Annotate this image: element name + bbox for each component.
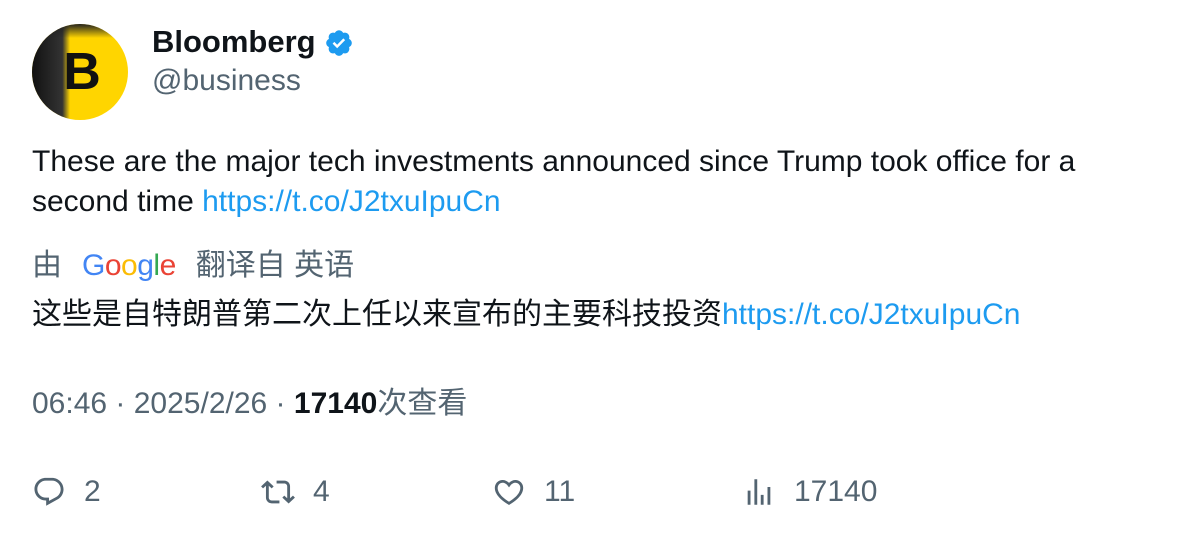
translated-text: 这些是自特朗普第二次上任以来宣布的主要科技投资https://t.co/J2tx… bbox=[32, 295, 1172, 335]
retweet-icon bbox=[261, 475, 295, 509]
retweet-count: 4 bbox=[313, 475, 330, 508]
tweet-time[interactable]: 06:46 bbox=[32, 387, 107, 420]
translation-attribution: 由 Google 翻译自 英语 bbox=[32, 246, 354, 286]
views-count: 17140 bbox=[293, 387, 378, 420]
like-button[interactable]: 11 bbox=[492, 470, 575, 514]
reply-count: 2 bbox=[84, 475, 101, 508]
author-name[interactable]: Bloomberg bbox=[152, 22, 316, 62]
translated-by-label: 由 bbox=[32, 249, 62, 282]
analytics-icon bbox=[742, 475, 776, 509]
author-name-row: Bloomberg bbox=[152, 22, 354, 62]
tweet-body: These are the major tech investments ann… bbox=[32, 145, 1076, 218]
reply-icon bbox=[32, 475, 66, 509]
tweet-meta: 06:46 · 2025/2/26 · 17140次查看 bbox=[32, 387, 468, 420]
heart-icon bbox=[492, 475, 526, 509]
author-handle[interactable]: @business bbox=[152, 62, 301, 100]
views-label: 次查看 bbox=[377, 387, 468, 420]
tweet-link[interactable]: https://t.co/J2txuIpuCn bbox=[202, 185, 501, 218]
translated-link[interactable]: https://t.co/J2txuIpuCn bbox=[722, 298, 1021, 331]
verified-badge-icon[interactable] bbox=[324, 26, 354, 58]
avatar-letter: B bbox=[63, 43, 101, 101]
views-action-count: 17140 bbox=[794, 475, 878, 508]
views-button[interactable]: 17140 bbox=[742, 470, 877, 514]
action-bar: 2 4 11 17140 bbox=[0, 470, 1196, 514]
translated-from-label[interactable]: 翻译自 英语 bbox=[196, 246, 354, 286]
tweet-date[interactable]: 2025/2/26 bbox=[134, 387, 267, 420]
avatar[interactable]: B bbox=[32, 24, 128, 120]
reply-button[interactable]: 2 bbox=[32, 470, 101, 514]
retweet-button[interactable]: 4 bbox=[261, 470, 330, 514]
avatar-shade-top bbox=[32, 24, 128, 38]
tweet-text: These are the major tech investments ann… bbox=[32, 142, 1172, 222]
like-count: 11 bbox=[544, 475, 576, 508]
translated-body: 这些是自特朗普第二次上任以来宣布的主要科技投资 bbox=[32, 298, 722, 331]
google-logo: Google bbox=[82, 249, 176, 282]
